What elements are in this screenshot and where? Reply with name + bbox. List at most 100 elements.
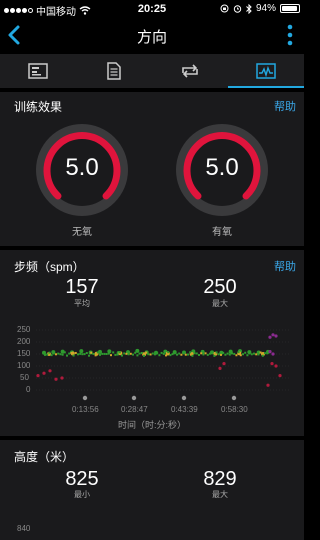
chart-point xyxy=(42,371,46,375)
chart-point xyxy=(180,353,183,356)
tab-laps[interactable] xyxy=(152,54,228,88)
alarm-icon xyxy=(233,5,242,13)
chart-point xyxy=(270,362,274,366)
chart-point xyxy=(264,352,266,355)
chart-point xyxy=(68,352,71,355)
chart-point xyxy=(70,352,73,355)
bluetooth-icon xyxy=(246,3,252,14)
chart-point xyxy=(46,353,49,356)
chart-point xyxy=(184,353,187,356)
chart-point xyxy=(158,354,161,357)
battery-percent: 94% xyxy=(255,3,276,14)
chart-point xyxy=(246,354,249,357)
status-right: 94% xyxy=(220,3,300,14)
more-vertical-icon[interactable] xyxy=(286,24,294,46)
chart-point xyxy=(118,351,121,354)
chart-point xyxy=(90,351,93,354)
chart-point xyxy=(77,353,79,356)
chart-point xyxy=(92,352,95,355)
graph-icon xyxy=(256,63,276,79)
chart-point xyxy=(198,353,200,356)
list-icon xyxy=(107,62,121,80)
chart-point xyxy=(268,350,272,354)
chart-point xyxy=(149,353,152,356)
aerobic-label: 有氧 xyxy=(212,227,232,238)
chart-point xyxy=(59,353,62,356)
cadence-scatter-chart xyxy=(36,329,290,401)
chart-point xyxy=(110,354,112,357)
chart-point xyxy=(74,351,77,354)
chart-point xyxy=(187,353,189,356)
elevation-max-value: 829 xyxy=(203,468,237,490)
anaerobic-gauge: 5.0 xyxy=(34,122,130,218)
chart-point xyxy=(266,352,269,355)
chart-point xyxy=(189,351,192,354)
chart-point xyxy=(99,353,101,356)
chart-point xyxy=(228,353,231,356)
chart-point xyxy=(167,351,170,354)
chart-point xyxy=(101,352,104,355)
chart-point xyxy=(235,354,238,357)
chart-point xyxy=(143,354,145,357)
chart-point xyxy=(112,351,115,354)
training-effect-title: 训练效果 xyxy=(14,100,63,114)
chart-point xyxy=(244,351,247,354)
training-effect-help-link[interactable]: 帮助 xyxy=(274,98,296,114)
chart-point xyxy=(48,369,52,373)
chart-point xyxy=(55,353,57,356)
chart-point xyxy=(233,352,236,355)
chart-point xyxy=(217,353,220,356)
cadence-section: 步频（spm） 帮助 157 平均 250 最大 250 200 150 100… xyxy=(0,250,304,436)
chart-point xyxy=(162,352,165,355)
chart-point xyxy=(169,354,172,357)
elevation-min-value: 825 xyxy=(65,468,99,490)
chart-point xyxy=(206,353,209,356)
chart-point xyxy=(222,362,226,366)
tab-charts[interactable] xyxy=(228,54,304,88)
chart-point xyxy=(83,353,86,356)
chart-point xyxy=(138,352,141,355)
chart-point xyxy=(57,352,60,355)
chart-point xyxy=(60,376,64,380)
x-marker-dot xyxy=(231,395,237,401)
tab-bar xyxy=(0,54,304,88)
status-bar: 中国移动 20:25 94% xyxy=(0,0,304,18)
chart-point xyxy=(160,351,163,354)
chart-point xyxy=(178,352,181,355)
chart-point xyxy=(151,352,154,355)
chart-point xyxy=(226,352,229,355)
chart-point xyxy=(116,353,119,356)
chart-point xyxy=(209,352,211,355)
tab-stats[interactable] xyxy=(76,54,152,88)
chart-point xyxy=(154,353,156,356)
chart-point xyxy=(132,353,134,356)
chart-point xyxy=(94,354,97,357)
chart-point xyxy=(147,353,150,356)
chart-point xyxy=(125,352,128,355)
chart-point xyxy=(52,352,55,355)
elevation-min-label: 最小 xyxy=(74,490,90,499)
chart-point xyxy=(123,352,126,355)
cadence-x-label: 时间（时:分:秒） xyxy=(117,420,186,430)
chart-point xyxy=(248,352,251,355)
chart-point xyxy=(220,353,222,356)
chart-point xyxy=(134,351,137,354)
chart-point xyxy=(50,354,53,357)
tab-overview[interactable] xyxy=(0,54,76,88)
chart-point xyxy=(96,351,99,354)
chart-point xyxy=(54,377,58,381)
elevation-title: 高度（米） xyxy=(14,450,75,464)
chart-point xyxy=(136,354,139,357)
elevation-max-label: 最大 xyxy=(212,490,228,499)
chart-point xyxy=(218,366,222,370)
chart-point xyxy=(176,353,178,356)
anaerobic-label: 无氧 xyxy=(72,227,92,238)
chart-point xyxy=(81,353,84,356)
chart-point xyxy=(266,383,270,387)
chart-point xyxy=(271,352,275,356)
chart-point xyxy=(114,353,117,356)
chart-point xyxy=(261,354,264,357)
chart-point xyxy=(193,352,196,355)
chart-point xyxy=(72,354,75,357)
elevation-section: 高度（米） 825 最小 829 最大 840 xyxy=(0,440,304,540)
